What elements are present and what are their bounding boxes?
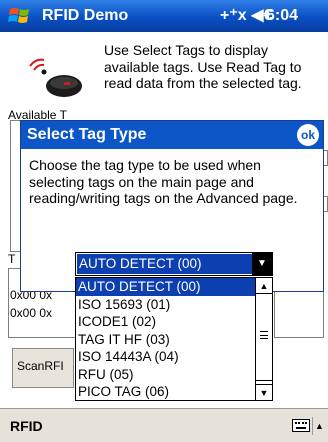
dialog-title: Select Tag Type (27, 126, 147, 143)
dropdown-option[interactable]: AUTO DETECT (00) (76, 278, 256, 296)
dropdown-option[interactable]: TAG IT HF (03) (76, 331, 256, 349)
ok-button[interactable]: ok (297, 124, 319, 146)
tag-type-combobox[interactable]: AUTO DETECT (00) ▼ (75, 252, 273, 276)
dropdown-option[interactable]: ICODE1 (02) (76, 313, 256, 331)
connectivity-volume-icons[interactable]: +⁺x ◀€ (220, 5, 272, 25)
combobox-selected-value[interactable]: AUTO DETECT (00) (77, 254, 253, 274)
windows-start-icon[interactable] (6, 4, 36, 28)
bg-label: T (8, 252, 16, 266)
dropdown-option[interactable]: ISO 15693 (01) (76, 296, 256, 314)
tag-data-row: 0x00 0x (10, 306, 53, 320)
scroll-up-icon[interactable]: ▲ (256, 278, 272, 294)
scroll-down-icon[interactable]: ▼ (256, 384, 272, 400)
app-title: RFID Demo (42, 7, 129, 24)
clock[interactable]: 6:04 (266, 7, 298, 25)
grip-icon (260, 331, 268, 339)
rfid-reader-icon (29, 58, 82, 97)
chevron-up-icon[interactable]: ▲ (312, 417, 326, 435)
dialog-description: Choose the tag type to be used when sele… (29, 157, 298, 206)
dropdown-option[interactable]: PICO TAG (06) (76, 383, 256, 400)
title-bar: RFID Demo +⁺x ◀€ 6:04 (0, 0, 328, 32)
dropdown-scrollbar[interactable]: ▲ ▼ (255, 278, 272, 400)
tag-type-dropdown-list[interactable]: AUTO DETECT (00) ISO 15693 (01) ICODE1 (… (75, 277, 273, 401)
chevron-down-icon[interactable]: ▼ (252, 253, 272, 275)
dialog-title-bar: Select Tag Type ok (21, 121, 323, 149)
scroll-thumb[interactable] (256, 295, 272, 381)
menu-bar: RFID ▲ (0, 408, 328, 442)
scan-rfid-button[interactable]: ScanRFI (12, 348, 74, 388)
intro-text: Use Select Tags to display available tag… (104, 42, 302, 91)
keyboard-icon[interactable] (292, 419, 310, 432)
dropdown-option[interactable]: ISO 14443A (04) (76, 348, 256, 366)
dropdown-option[interactable]: RFU (05) (76, 366, 256, 384)
rfid-menu[interactable]: RFID (10, 418, 43, 434)
